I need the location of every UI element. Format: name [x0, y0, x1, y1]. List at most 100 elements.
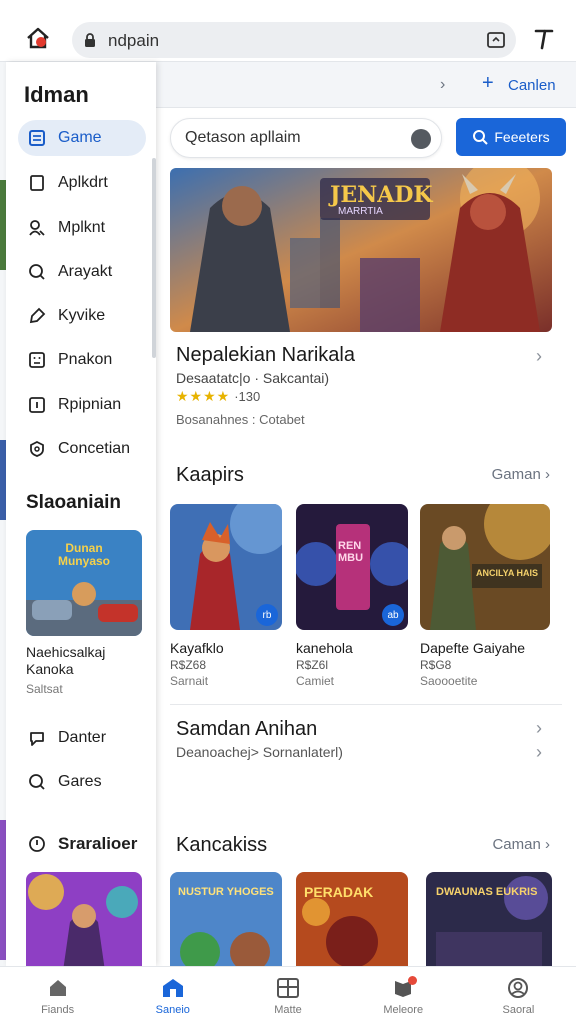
- face-icon: [26, 349, 48, 371]
- game-thumbnail: ANCILYA HAIS: [420, 504, 550, 630]
- list-icon: [26, 127, 48, 149]
- nav-item-label: Arayakt: [58, 263, 113, 280]
- notification-dot: [407, 976, 417, 985]
- nav-item-label: Game: [58, 129, 102, 146]
- drawer-game-thumbnail-text: Dunan Munyaso: [57, 541, 110, 568]
- content-header: › + Canlen: [156, 62, 576, 108]
- nav-item-mplknt[interactable]: Mplknt: [18, 210, 146, 246]
- nav-item-kyvike[interactable]: Kyvike: [18, 298, 146, 334]
- tag-icon: [26, 305, 48, 327]
- hero-title[interactable]: Nepalekian Narikala: [176, 344, 355, 367]
- section-see-all-link[interactable]: Gaman ›: [492, 466, 550, 483]
- app-page: ndpain › + Canlen Qetason apllaim Feeete…: [0, 0, 576, 1024]
- drawer-card-title: Naehicsalkaj Kanoka: [26, 644, 106, 677]
- nav-item-aplkdrt[interactable]: Aplkdrt: [18, 165, 146, 201]
- game-thumbnail[interactable]: PERADAK: [296, 872, 408, 968]
- shield-icon: [26, 438, 48, 460]
- hero-banner-title: JENADK: [330, 182, 433, 208]
- chevron-right-icon[interactable]: ›: [536, 346, 542, 367]
- overflow-menu-icon[interactable]: [532, 26, 556, 52]
- nav-item-label: Rpipnian: [58, 396, 122, 413]
- navigation-drawer: Idman Game Aplkdrt Mplknt Arayakt Kyvike…: [6, 62, 156, 966]
- search-placeholder: Qetason apllaim: [185, 129, 301, 146]
- bottom-nav-store[interactable]: Saneio: [115, 967, 230, 1024]
- game-card-sub: Saoooetite: [420, 674, 478, 688]
- drawer-game-thumbnail[interactable]: Dunan Munyaso: [26, 530, 142, 636]
- bottom-nav-profile[interactable]: Saoral: [461, 967, 576, 1024]
- game-thumbnail-text: PERADAK: [304, 884, 374, 900]
- url-text: ndpain: [108, 31, 160, 50]
- home-button[interactable]: [22, 22, 54, 54]
- search-toggle[interactable]: [411, 129, 431, 149]
- info-circle-icon: [26, 833, 48, 855]
- hero-meta: Bosanahnes : Cotabet: [176, 412, 305, 427]
- plus-icon[interactable]: +: [482, 72, 494, 95]
- search-icon: [26, 771, 48, 793]
- bottom-nav-label: Matte: [274, 1003, 302, 1016]
- game-thumbnail[interactable]: NUSTUR YHOGES: [170, 872, 282, 968]
- bottom-nav-label: Fiands: [41, 1003, 75, 1016]
- nav-item-sraralioer[interactable]: Sraralioer: [18, 826, 146, 862]
- profile-icon: [505, 976, 531, 1000]
- rating-stars: ★★★★ ·130: [176, 388, 260, 405]
- browser-toolbar: ndpain: [0, 0, 576, 62]
- game-thumbnail-text: ANCILYA HAIS: [476, 568, 539, 578]
- info-icon: [26, 394, 48, 416]
- chevron-right-icon[interactable]: ›: [536, 718, 542, 739]
- nav-item-label: Sraralioer: [58, 834, 138, 853]
- filter-button-label: Feeeters: [494, 129, 550, 145]
- section-title: Kancakiss: [176, 834, 268, 856]
- main-content: › + Canlen Qetason apllaim Feeeters JENA…: [156, 62, 576, 968]
- game-card[interactable]: RENMBU ab kanehola R$Z6l Camiet: [296, 504, 408, 688]
- nav-item-label: Aplkdrt: [58, 174, 108, 191]
- home-icon: [27, 27, 49, 49]
- hero-banner-sub: MARRTIA: [338, 206, 383, 217]
- drawer-title: Idman: [24, 82, 89, 107]
- game-card-sub: Sarnait: [170, 674, 209, 688]
- rating-stars-value: ★★★★: [176, 388, 231, 404]
- game-card[interactable]: ANCILYA HAIS Dapefte Gaiyahe R$G8 Saoooe…: [420, 504, 550, 688]
- tab-switcher-icon[interactable]: [486, 30, 506, 50]
- nav-item-game[interactable]: Game: [18, 120, 146, 156]
- chevron-right-icon[interactable]: ›: [440, 76, 445, 94]
- nav-item-label: Concetian: [58, 440, 131, 457]
- nav-item-pnakon[interactable]: Pnakon: [18, 342, 146, 378]
- hero-subtitle: Desaatatc|o · Sakcantai): [176, 370, 330, 386]
- nav-item-arayakt[interactable]: Arayakt: [18, 254, 146, 290]
- game-card-title: Dapefte Gaiyahe: [420, 640, 526, 656]
- header-link[interactable]: Canlen: [508, 77, 556, 94]
- section-see-all-link[interactable]: Caman ›: [492, 836, 550, 853]
- drawer-card-sub: Saltsat: [26, 682, 63, 696]
- file-icon: [26, 172, 48, 194]
- game-card-sub: Camiet: [296, 674, 335, 688]
- nav-item-label: Danter: [58, 729, 107, 746]
- search-icon: [26, 261, 48, 283]
- nav-item-rpipnian[interactable]: Rpipnian: [18, 387, 146, 423]
- chevron-right-icon[interactable]: ›: [536, 742, 542, 763]
- search-bar[interactable]: Qetason apllaim: [170, 118, 442, 158]
- section-link-label: Caman: [492, 836, 541, 853]
- game-card-title: Kayafklo: [170, 640, 224, 656]
- game-card[interactable]: rb Kayafklo R$Z68 Sarnait: [170, 504, 282, 688]
- bottom-nav-grid[interactable]: Matte: [230, 967, 345, 1024]
- bottom-nav-notifications[interactable]: Meleore: [346, 967, 461, 1024]
- nav-item-gares[interactable]: Gares: [18, 764, 146, 800]
- filter-button[interactable]: Feeeters: [456, 118, 566, 156]
- game-thumbnail[interactable]: DWAUNAS EUKRIS: [426, 872, 552, 968]
- list-row-subtitle: Deanoachej> Sornanlaterl): [176, 744, 343, 760]
- lock-icon: [85, 33, 95, 47]
- drawer-game-thumbnail[interactable]: [26, 872, 142, 966]
- nav-item-label: Kyvike: [58, 307, 106, 324]
- bottom-navigation: Fiands Saneio Matte Meleore Saoral: [0, 966, 576, 1024]
- nav-item-label: Mplknt: [58, 219, 106, 236]
- hero-banner[interactable]: JENADK MARRTIA: [170, 168, 552, 332]
- drawer-scrollbar[interactable]: [152, 158, 156, 358]
- nav-item-danter[interactable]: Danter: [18, 720, 146, 756]
- bottom-nav-home[interactable]: Fiands: [0, 967, 115, 1024]
- bottom-nav-label: Saneio: [155, 1003, 190, 1016]
- user-icon: [26, 217, 48, 239]
- list-row-title[interactable]: Samdan Anihan: [176, 718, 317, 741]
- nav-item-concetian[interactable]: Concetian: [18, 431, 146, 467]
- address-bar[interactable]: ndpain: [72, 22, 516, 58]
- game-thumbnail-text: RENMBU: [338, 540, 364, 564]
